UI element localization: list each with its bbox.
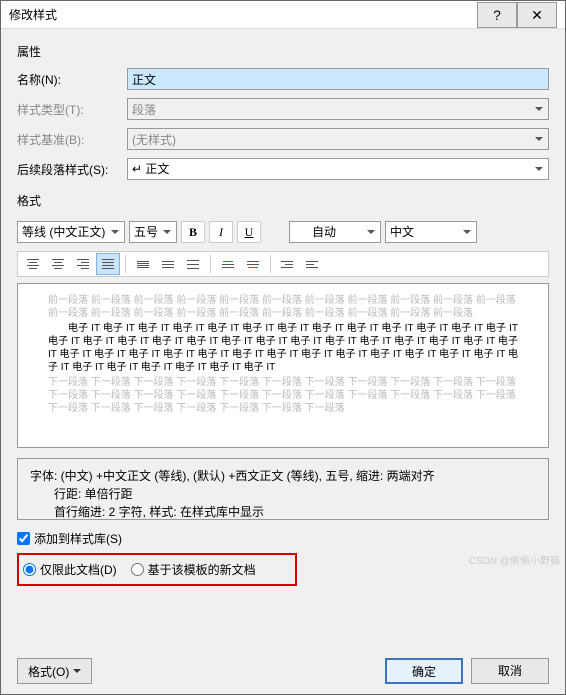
- format-dropdown-button[interactable]: 格式(O): [17, 658, 92, 684]
- desc-line-2: 行距: 单倍行距: [30, 485, 536, 503]
- paragraph-toolbar: [17, 251, 549, 277]
- next-style-label: 后续段落样式(S):: [17, 161, 127, 178]
- name-input[interactable]: [127, 68, 549, 90]
- ok-button[interactable]: 确定: [385, 658, 463, 684]
- scope-document-only[interactable]: 仅限此文档(D): [23, 561, 117, 578]
- scope-template-radio[interactable]: [131, 563, 144, 576]
- properties-section-label: 属性: [17, 43, 549, 60]
- help-button[interactable]: ?: [477, 2, 517, 28]
- font-select[interactable]: 等线 (中文正文): [17, 221, 125, 243]
- titlebar: 修改样式 ? ✕: [1, 1, 565, 29]
- scope-document-radio[interactable]: [23, 563, 36, 576]
- separator: [210, 255, 211, 273]
- dialog-title: 修改样式: [9, 6, 477, 23]
- scope-radio-group: 仅限此文档(D) 基于该模板的新文档: [17, 553, 297, 586]
- preview-box: 前一段落 前一段落 前一段落 前一段落 前一段落 前一段落 前一段落 前一段落 …: [17, 283, 549, 448]
- modify-style-dialog: 修改样式 ? ✕ 属性 名称(N): 样式类型(T): 样式基准(B): 后续段…: [0, 0, 566, 695]
- color-select[interactable]: 自动: [289, 221, 381, 243]
- preview-sample-text: 电子 IT 电子 IT 电子 IT 电子 IT 电子 IT 电子 IT 电子 I…: [48, 322, 518, 374]
- lang-select[interactable]: 中文: [385, 221, 477, 243]
- scope-document-label: 仅限此文档(D): [40, 561, 117, 578]
- description-box: 字体: (中文) +中文正文 (等线), (默认) +西文正文 (等线), 五号…: [17, 458, 549, 520]
- style-base-select: [127, 128, 549, 150]
- watermark: CSDN @偷偷小野猫: [469, 552, 560, 567]
- bold-button[interactable]: B: [181, 221, 205, 243]
- dialog-footer: 格式(O) 确定 取消: [1, 648, 565, 694]
- spacing-15-button[interactable]: [157, 254, 179, 274]
- cancel-button[interactable]: 取消: [471, 658, 549, 684]
- underline-button[interactable]: U: [237, 221, 261, 243]
- add-to-gallery-label: 添加到样式库(S): [34, 530, 122, 547]
- separator: [125, 255, 126, 273]
- size-select[interactable]: 五号: [129, 221, 177, 243]
- indent-inc-button[interactable]: [302, 254, 324, 274]
- scope-template[interactable]: 基于该模板的新文档: [131, 561, 256, 578]
- add-to-gallery-checkbox[interactable]: [17, 532, 30, 545]
- preview-gray-top: 前一段落 前一段落 前一段落 前一段落 前一段落 前一段落 前一段落 前一段落 …: [48, 294, 518, 320]
- style-type-label: 样式类型(T):: [17, 101, 127, 118]
- align-center-button[interactable]: [47, 254, 69, 274]
- style-base-label: 样式基准(B):: [17, 131, 127, 148]
- name-label: 名称(N):: [17, 71, 127, 88]
- align-left-button[interactable]: [22, 254, 44, 274]
- align-right-button[interactable]: [72, 254, 94, 274]
- italic-button[interactable]: I: [209, 221, 233, 243]
- preview-gray-bottom: 下一段落 下一段落 下一段落 下一段落 下一段落 下一段落 下一段落 下一段落 …: [48, 376, 518, 415]
- next-style-select[interactable]: ↵ 正文: [127, 158, 549, 180]
- align-justify-button[interactable]: [97, 254, 119, 274]
- indent-dec-button[interactable]: [277, 254, 299, 274]
- separator: [270, 255, 271, 273]
- desc-line-3: 首行缩进: 2 字符, 样式: 在样式库中显示: [30, 503, 536, 521]
- add-to-gallery-row: 添加到样式库(S): [17, 530, 549, 547]
- font-toolbar: 等线 (中文正文) 五号 B I U 自动 中文: [17, 219, 549, 245]
- desc-line-1: 字体: (中文) +中文正文 (等线), (默认) +西文正文 (等线), 五号…: [30, 467, 536, 485]
- style-type-select: [127, 98, 549, 120]
- format-section-label: 格式: [17, 192, 549, 209]
- spacing-1-button[interactable]: [132, 254, 154, 274]
- scope-template-label: 基于该模板的新文档: [148, 561, 256, 578]
- space-before-dec-button[interactable]: [242, 254, 264, 274]
- spacing-2-button[interactable]: [182, 254, 204, 274]
- space-before-inc-button[interactable]: [217, 254, 239, 274]
- close-button[interactable]: ✕: [517, 2, 557, 28]
